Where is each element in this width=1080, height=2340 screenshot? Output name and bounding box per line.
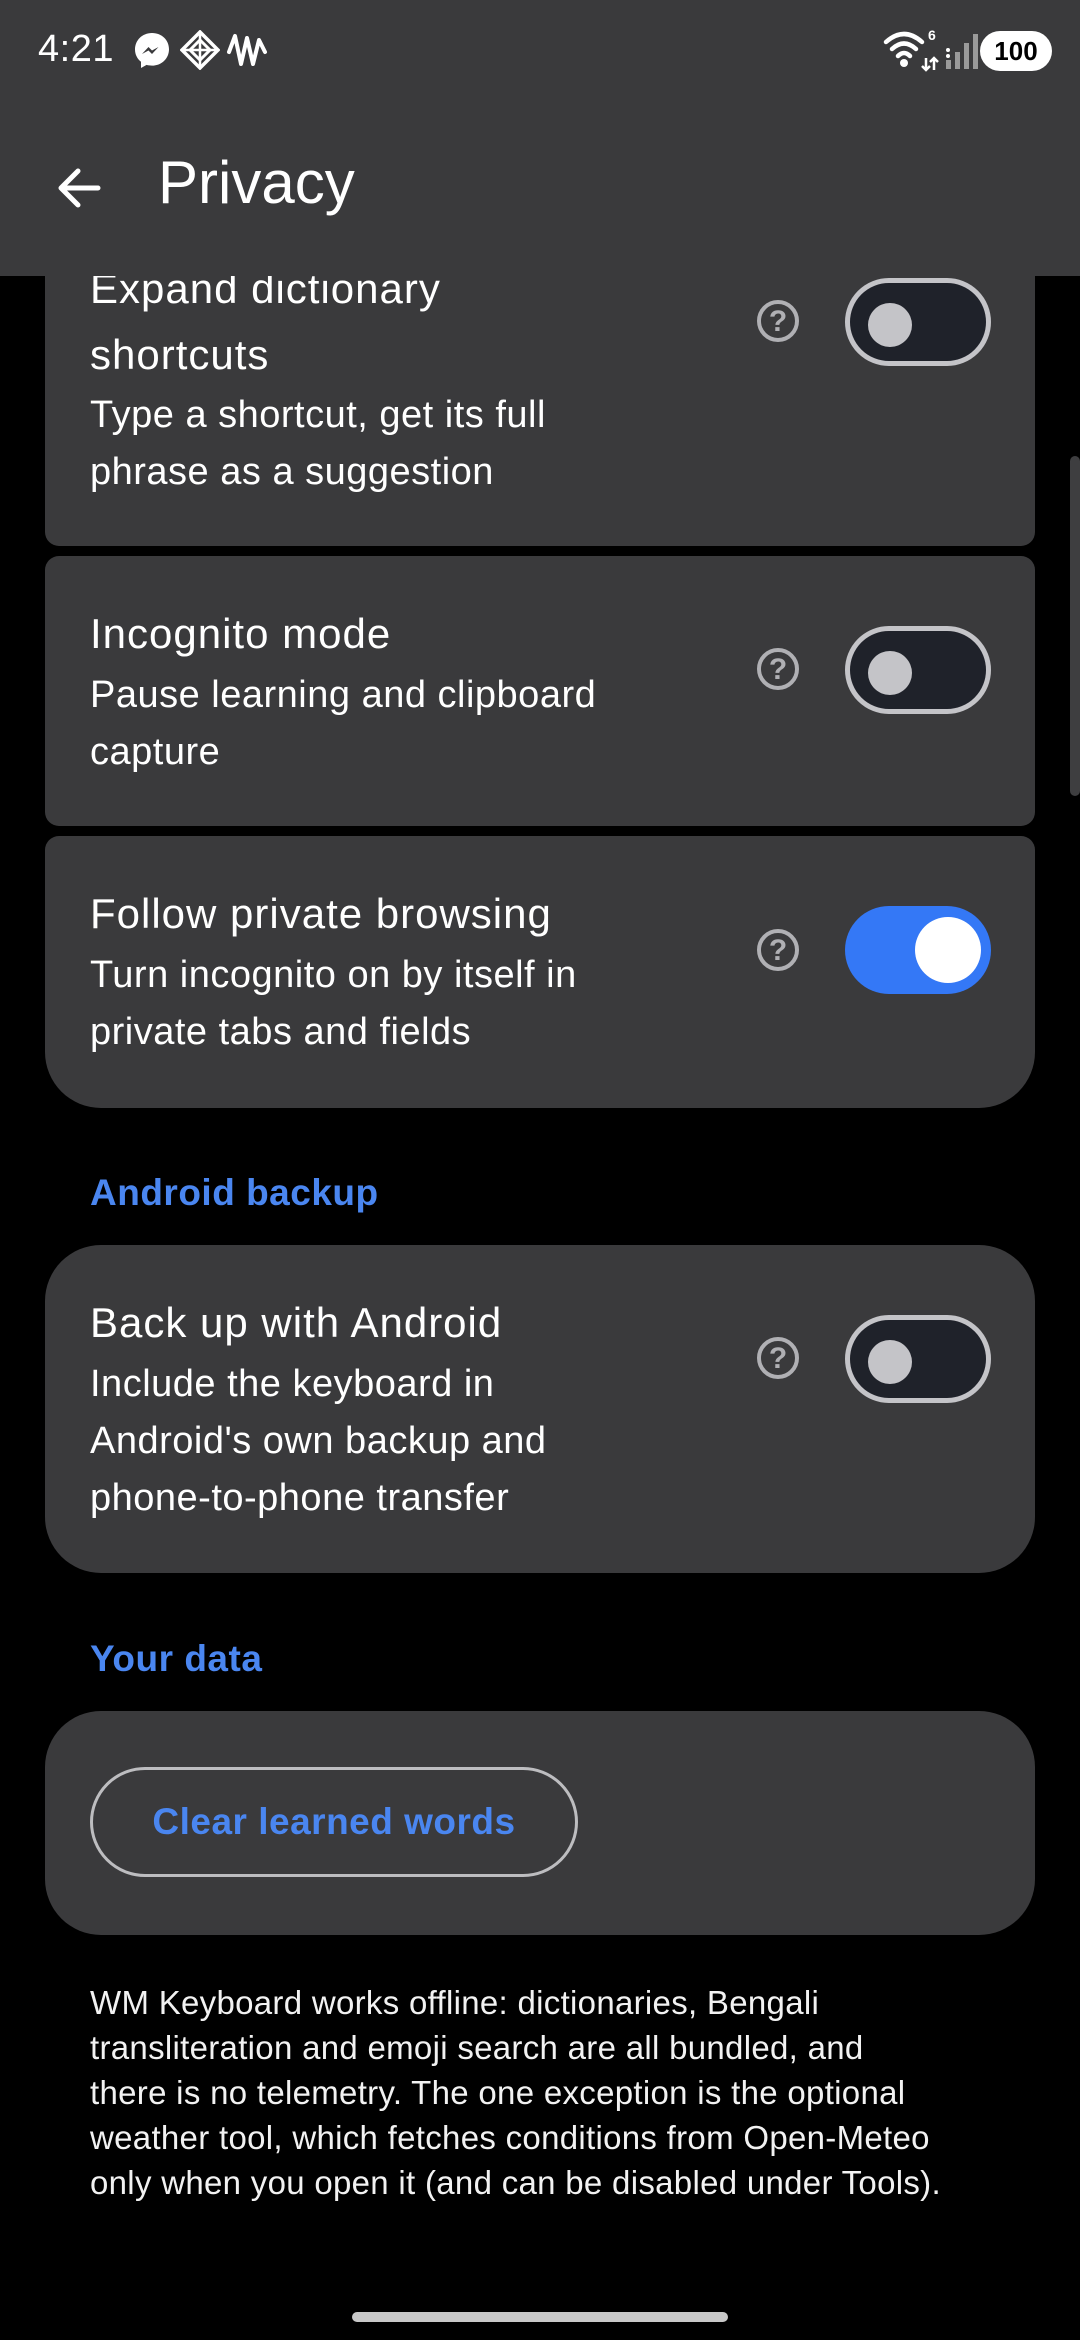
help-icon[interactable]: ? bbox=[757, 929, 799, 971]
backup-toggle[interactable] bbox=[845, 1315, 991, 1403]
status-bar: 4:21 6 100 bbox=[0, 0, 1080, 104]
messenger-icon bbox=[135, 33, 169, 68]
help-icon[interactable]: ? bbox=[757, 1337, 799, 1379]
setting-incognito-mode[interactable]: Incognito mode Pause learning and clipbo… bbox=[45, 556, 1035, 826]
waveform-icon bbox=[227, 34, 267, 66]
expand-shortcuts-toggle[interactable] bbox=[845, 278, 991, 366]
setting-backup-android[interactable]: Back up with Android Include the keyboar… bbox=[45, 1245, 1035, 1573]
section-header-your-data: Your data bbox=[90, 1638, 263, 1679]
toggle-knob bbox=[868, 1340, 912, 1384]
setting-title: Incognito mode bbox=[90, 610, 392, 657]
back-arrow-icon[interactable] bbox=[50, 158, 110, 218]
your-data-card: Clear learned words bbox=[45, 1711, 1035, 1935]
clear-learned-words-button[interactable]: Clear learned words bbox=[90, 1767, 578, 1877]
page-title: Privacy bbox=[158, 149, 355, 216]
home-indicator[interactable] bbox=[352, 2312, 728, 2322]
offline-info-note: WM Keyboard works offline: dictionaries,… bbox=[90, 1984, 941, 2201]
help-icon[interactable]: ? bbox=[757, 648, 799, 690]
toggle-knob bbox=[868, 303, 912, 347]
setting-title: Follow private browsing bbox=[90, 890, 552, 937]
diamond-app-icon bbox=[180, 30, 220, 70]
setting-title: Back up with Android bbox=[90, 1299, 503, 1346]
section-header-android-backup: Android backup bbox=[90, 1172, 379, 1213]
setting-description: Pause learning and clipboard capture bbox=[90, 674, 597, 773]
wifi-badge: 6 bbox=[928, 28, 936, 43]
top-app-bar: 4:21 6 100 Privacy bbox=[0, 0, 1080, 276]
help-icon[interactable]: ? bbox=[757, 300, 799, 342]
setting-description: Type a shortcut, get its full phrase as … bbox=[90, 394, 546, 493]
scrollbar[interactable] bbox=[1070, 456, 1080, 796]
toggle-knob bbox=[915, 917, 981, 983]
setting-description: Turn incognito on by itself in private t… bbox=[90, 954, 577, 1053]
battery-indicator: 100 bbox=[980, 31, 1052, 71]
signal-icon bbox=[946, 34, 978, 69]
private-browsing-toggle[interactable] bbox=[845, 906, 991, 994]
toggle-knob bbox=[868, 651, 912, 695]
setting-description: Include the keyboard in Android's own ba… bbox=[90, 1363, 547, 1519]
setting-follow-private-browsing[interactable]: Follow private browsing Turn incognito o… bbox=[45, 836, 1035, 1108]
status-time: 4:21 bbox=[38, 28, 114, 70]
wifi-icon: 6 bbox=[883, 28, 939, 72]
incognito-toggle[interactable] bbox=[845, 626, 991, 714]
